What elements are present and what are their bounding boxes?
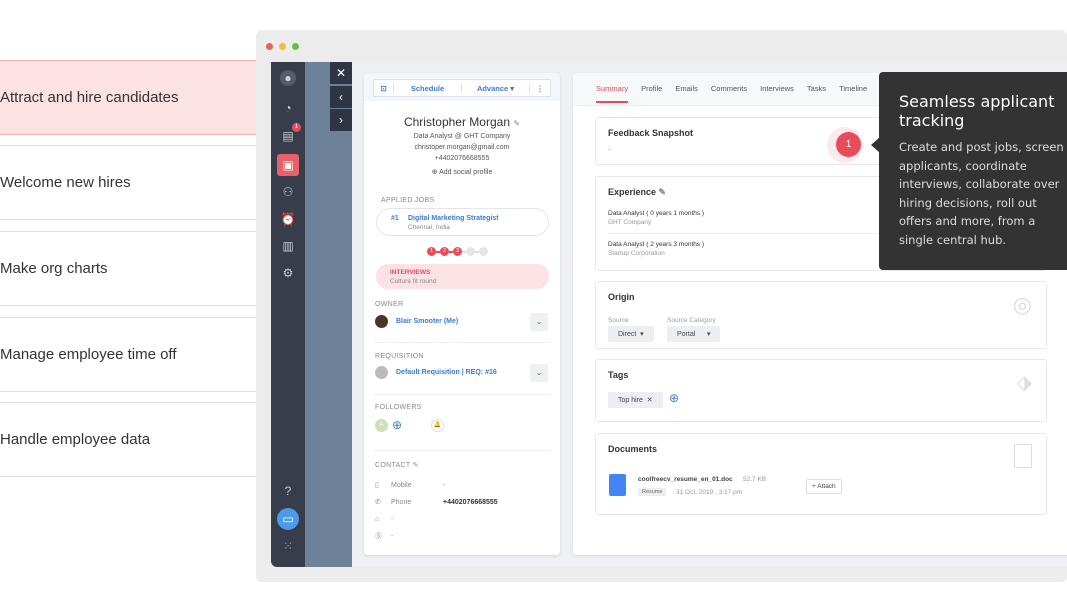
followers-label: FOLLOWERS bbox=[375, 404, 422, 411]
tooltip-body: Create and post jobs, screen applicants,… bbox=[899, 140, 1064, 247]
bell-icon[interactable]: 🔔 bbox=[431, 419, 444, 432]
owner-dropdown-button[interactable]: ⌄ bbox=[530, 313, 548, 331]
edit-icon[interactable]: ✎ bbox=[413, 462, 419, 469]
owner-name[interactable]: Blair Smooter (Me) bbox=[396, 318, 458, 325]
feature-attract-hire[interactable]: Attract and hire candidates bbox=[0, 60, 256, 135]
settings-icon[interactable]: ⚙ bbox=[280, 265, 296, 281]
documents-section: Documents coolfreecv_resume_en_01.doc 52… bbox=[595, 433, 1047, 515]
requisition-dropdown-button[interactable]: ⌄ bbox=[530, 364, 548, 382]
report-icon[interactable]: ▥ bbox=[280, 238, 296, 254]
stage-progress: 1 2 3 bbox=[427, 247, 488, 256]
inbox-icon[interactable]: ▤ 1 bbox=[280, 123, 301, 144]
stage-status: INTERVIEWS Culture fit round bbox=[376, 264, 549, 289]
tab-interviews[interactable]: Interviews bbox=[760, 84, 794, 103]
contact-label: CONTACT ✎ bbox=[375, 462, 419, 469]
stage-step[interactable]: 1 bbox=[427, 247, 436, 256]
document-icon bbox=[609, 474, 626, 496]
experience-item: Data Analyst ( 2 years 3 months ) Startup… bbox=[608, 241, 705, 257]
tab-timeline[interactable]: Timeline bbox=[839, 84, 867, 103]
owner-avatar bbox=[375, 315, 388, 328]
stage-step[interactable] bbox=[466, 247, 475, 256]
source-select[interactable]: Direct ▾ bbox=[608, 326, 654, 342]
close-window-dot[interactable] bbox=[266, 43, 273, 50]
feature-time-off[interactable]: Manage employee time off bbox=[0, 317, 256, 392]
mobile-icon: ▯ bbox=[375, 482, 379, 489]
help-icon[interactable]: ? bbox=[280, 483, 296, 499]
reject-icon[interactable]: ⊡ bbox=[374, 83, 394, 93]
applied-job-card[interactable]: #1 Digital Marketing Strategist Chennai,… bbox=[376, 208, 549, 236]
follower-avatar: A bbox=[375, 419, 388, 432]
apps-grid-icon[interactable]: ⁙ bbox=[280, 538, 296, 554]
add-tag-icon[interactable]: ⊕ bbox=[669, 391, 679, 405]
edit-icon[interactable]: ✎ bbox=[659, 187, 667, 197]
advance-button[interactable]: Advance ▾ bbox=[462, 83, 530, 93]
add-follower-icon[interactable]: ⊕ bbox=[392, 418, 402, 432]
home-icon: ⌂ bbox=[375, 516, 380, 523]
chevron-left-icon[interactable]: ‹ bbox=[330, 86, 352, 108]
stage-step[interactable]: 2 bbox=[440, 247, 449, 256]
tags-section: Tags ⬗ Top hire ✕ ⊕ bbox=[595, 359, 1047, 422]
candidate-panel: ⊡ Schedule Advance ▾ ⋮ Christopher Morga… bbox=[364, 73, 560, 555]
candidate-name: Christopher Morgan bbox=[403, 115, 510, 129]
attach-button[interactable]: + Attach bbox=[806, 479, 842, 494]
owner-label: OWNER bbox=[375, 301, 404, 308]
requisition-name[interactable]: Default Requisition | REQ: #16 bbox=[396, 369, 497, 376]
stage-step[interactable] bbox=[479, 247, 488, 256]
plus-circle-icon: ⊕ bbox=[431, 169, 438, 176]
feature-org-charts[interactable]: Make org charts bbox=[0, 231, 256, 306]
alarm-icon[interactable]: ⏰ bbox=[280, 211, 296, 227]
feature-employee-data[interactable]: Handle employee data bbox=[0, 402, 256, 477]
requisition-label: REQUISITION bbox=[375, 353, 424, 360]
experience-item: Data Analyst ( 0 years 1 months ) GHT Com… bbox=[608, 210, 705, 226]
candidate-title: Data Analyst @ GHT Company bbox=[413, 133, 511, 140]
zip-file-icon bbox=[1014, 444, 1032, 468]
dashboard-icon[interactable]: ◔ bbox=[280, 100, 296, 116]
briefcase-icon[interactable]: ▣ bbox=[277, 154, 299, 176]
minimize-window-dot[interactable] bbox=[279, 43, 286, 50]
applied-jobs-label: APPLIED JOBS bbox=[381, 197, 435, 204]
target-icon: ◎ bbox=[1012, 292, 1032, 317]
more-options-button[interactable]: ⋮ bbox=[530, 84, 550, 93]
feature-welcome-hires[interactable]: Welcome new hires bbox=[0, 145, 256, 220]
chat-icon[interactable]: ▭ bbox=[277, 508, 299, 530]
tab-emails[interactable]: Emails bbox=[675, 84, 698, 103]
tag-icon: ⬗ bbox=[1016, 372, 1032, 394]
tab-profile[interactable]: Profile bbox=[641, 84, 662, 103]
add-social-profile-link[interactable]: ⊕ Add social profile bbox=[364, 168, 560, 176]
tab-tasks[interactable]: Tasks bbox=[807, 84, 826, 103]
people-icon[interactable]: ⚇ bbox=[280, 184, 296, 200]
schedule-button[interactable]: Schedule bbox=[394, 83, 462, 93]
avatar-icon[interactable]: ● bbox=[280, 70, 296, 86]
requisition-avatar bbox=[375, 366, 388, 379]
tab-comments[interactable]: Comments bbox=[711, 84, 747, 103]
close-icon[interactable]: ✕ bbox=[330, 62, 352, 84]
tab-bar: Summary Profile Emails Comments Intervie… bbox=[596, 84, 880, 103]
step-marker[interactable]: 1 bbox=[836, 132, 861, 157]
notification-badge: 1 bbox=[292, 123, 301, 132]
maximize-window-dot[interactable] bbox=[292, 43, 299, 50]
phone-icon: ✆ bbox=[375, 499, 381, 506]
stage-step[interactable]: 3 bbox=[453, 247, 462, 256]
document-filename[interactable]: coolfreecv_resume_en_01.doc bbox=[638, 476, 733, 483]
dimmed-candidate-list bbox=[305, 62, 352, 567]
source-category-select[interactable]: Portal ▾ bbox=[667, 326, 721, 342]
chevron-right-icon[interactable]: › bbox=[330, 109, 352, 131]
contact-list: ▯ Mobile - ✆ Phone +4402076668555 ⌂ - Ⓢ - bbox=[375, 477, 498, 545]
skype-icon: Ⓢ bbox=[375, 533, 382, 540]
tab-summary[interactable]: Summary bbox=[596, 84, 629, 103]
sidebar: ● ◔ ▤ 1 ▣ ⚇ ⏰ ▥ ⚙ ? ▭ ⁙ bbox=[271, 62, 305, 567]
candidate-phone: +4402076668555 bbox=[434, 155, 490, 162]
tooltip-title: Seamless applicant tracking bbox=[899, 92, 1055, 130]
edit-icon[interactable]: ✎ bbox=[513, 119, 520, 128]
job-title: Digital Marketing Strategist bbox=[408, 215, 499, 222]
candidate-email[interactable]: christoper.morgan@gmail.com bbox=[364, 144, 560, 151]
origin-section: Origin ◎ Source Source Category Direct ▾… bbox=[595, 281, 1047, 349]
feature-tooltip: Seamless applicant tracking Create and p… bbox=[879, 72, 1067, 270]
tag-chip[interactable]: Top hire ✕ bbox=[608, 392, 663, 408]
